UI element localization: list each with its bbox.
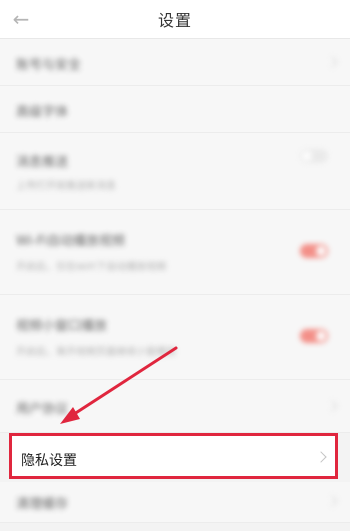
settings-row-account-security[interactable]: 账号与安全 [0, 39, 350, 86]
settings-row-privacy[interactable]: 隐私设置 [9, 433, 338, 479]
push-toggle[interactable] [300, 149, 328, 163]
row-label: 高级字体 [16, 105, 69, 120]
settings-row-user-agreement[interactable]: 用户协议 [0, 380, 350, 433]
mini-window-toggle[interactable] [300, 329, 328, 343]
settings-row-wifi-autoplay[interactable]: Wi-Fi自动播放视频 开启后，仅在WiFi下自动播放视频 [0, 210, 350, 295]
row-sub: 开启后，离开视频页面继续小窗播放 [16, 347, 176, 358]
settings-row-mini-window[interactable]: 视频小窗口播放 开启后，离开视频页面继续小窗播放 [0, 295, 350, 380]
row-label: 清理缓存 [16, 497, 69, 512]
chevron-right-icon [315, 451, 327, 463]
back-arrow-icon[interactable]: ← [10, 8, 32, 30]
row-label: 用户协议 [16, 402, 69, 417]
chevron-right-icon [326, 56, 338, 68]
row-label: 账号与安全 [16, 58, 82, 73]
row-sub: 开启后，仅在WiFi下自动播放视频 [16, 262, 167, 273]
row-label: Wi-Fi自动播放视频 [16, 234, 126, 249]
settings-row-push[interactable]: 消息推送 上传打开就推送新消息 [0, 133, 350, 210]
page-title: 设置 [157, 11, 192, 30]
row-sub: 上传打开就推送新消息 [16, 181, 116, 192]
settings-row-font[interactable]: 高级字体 [0, 86, 350, 133]
top-bar: ← 设置 [0, 0, 350, 39]
chevron-right-icon [326, 495, 338, 507]
wifi-autoplay-toggle[interactable] [300, 244, 328, 258]
row-label: 消息推送 [16, 155, 69, 170]
settings-row-clear-cache[interactable]: 清理缓存 [0, 482, 350, 523]
settings-list: 账号与安全 高级字体 消息推送 上传打开就推送新消息 Wi-Fi自动播放视频 开… [0, 39, 350, 433]
row-label: 视频小窗口播放 [16, 319, 108, 334]
chevron-right-icon [326, 400, 338, 412]
privacy-settings-label: 隐私设置 [21, 453, 77, 469]
